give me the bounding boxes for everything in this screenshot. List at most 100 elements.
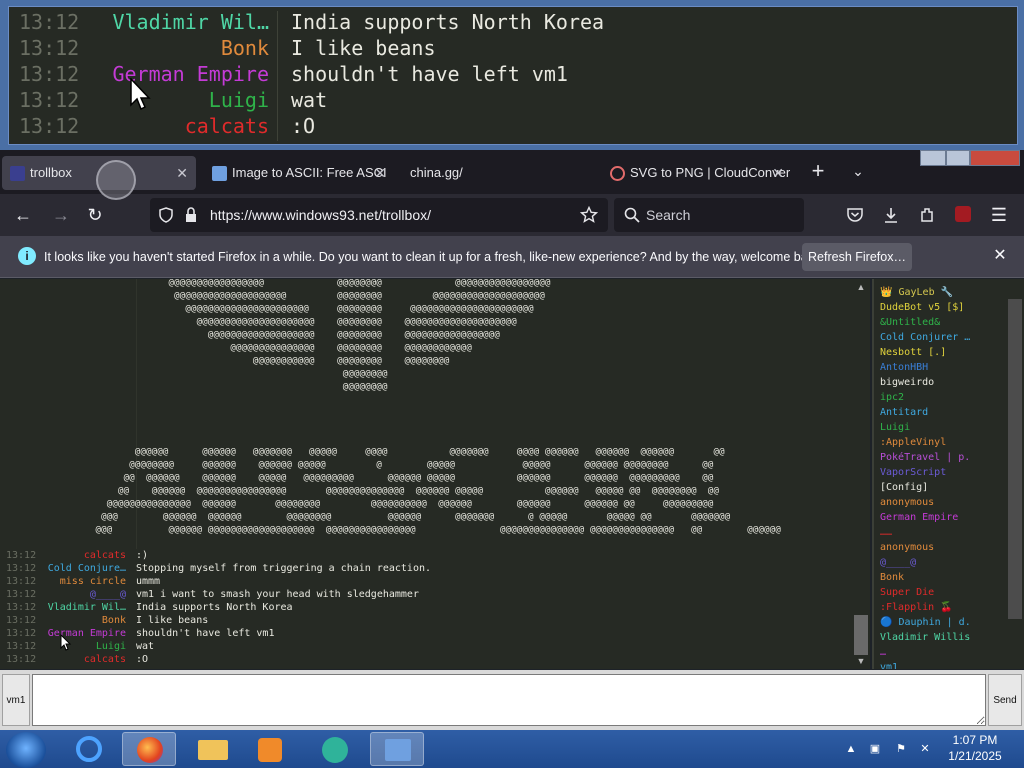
message-input-row: vm1 Send xyxy=(0,670,1024,730)
bookmark-star-icon[interactable] xyxy=(580,206,598,224)
file-explorer-taskbar-icon[interactable] xyxy=(186,732,240,766)
user-list-item[interactable]: ipc2 xyxy=(880,390,904,405)
user-list-item[interactable]: :Flapplin 🍒 xyxy=(880,600,953,615)
message-nick[interactable]: Bonk xyxy=(36,614,126,627)
message-input[interactable] xyxy=(32,674,986,726)
message-nick[interactable]: Luigi xyxy=(36,640,126,653)
ascii-art-line: @@@@@@@@@@@@@@@@@@@@ @@@@@@@@ @@@@@@@@@@… xyxy=(0,291,545,301)
control-panel-taskbar-icon[interactable] xyxy=(370,732,424,766)
user-list-item[interactable]: Luigi xyxy=(880,420,910,435)
url-bar[interactable]: https://www.windows93.net/trollbox/ xyxy=(150,198,608,232)
user-list-item[interactable]: VaporScript xyxy=(880,465,946,480)
user-list-item[interactable]: anonymous xyxy=(880,540,934,555)
refresh-firefox-button[interactable]: Refresh Firefox… xyxy=(802,243,912,271)
show-hidden-icons-icon[interactable]: ▲ xyxy=(844,742,858,756)
message-nick: German Empire xyxy=(112,62,269,86)
search-field[interactable]: Search xyxy=(614,198,804,232)
user-list-item[interactable]: :AppleVinyl xyxy=(880,435,946,450)
chat-scrollbar[interactable]: ▲ ▼ xyxy=(852,279,870,669)
network-icon[interactable]: ▣ xyxy=(868,742,882,756)
user-list-item[interactable]: Super Die xyxy=(880,585,934,600)
close-tab-icon[interactable]: ✕ xyxy=(176,156,188,190)
message-text: India supports North Korea xyxy=(291,10,605,34)
message-nick[interactable]: calcats xyxy=(36,653,126,666)
user-list-item[interactable]: AntonHBH xyxy=(880,360,928,375)
user-list-item[interactable]: Vladimir Willis xyxy=(880,630,970,645)
start-button[interactable] xyxy=(6,732,46,768)
user-list-item[interactable]: &Untitled& xyxy=(880,315,940,330)
user-list-item[interactable]: …… xyxy=(880,525,892,540)
ascii-art-line: @@@@@@@@ xyxy=(0,369,388,379)
firefox-taskbar-icon[interactable] xyxy=(122,732,176,766)
user-list-item[interactable]: vm1 xyxy=(880,660,898,669)
close-tab-icon[interactable]: ✕ xyxy=(772,156,784,190)
reload-button[interactable]: ↻ xyxy=(82,202,108,228)
user-list-item[interactable]: DudeBot v5 [$] xyxy=(880,300,964,315)
new-tab-button[interactable]: + xyxy=(806,156,830,186)
back-button[interactable]: ← xyxy=(10,202,36,228)
message-nick[interactable]: calcats xyxy=(36,549,126,562)
chat-scrollbar-thumb[interactable] xyxy=(854,615,868,655)
mouse-cursor-icon xyxy=(130,78,151,111)
message-time: 13:12 xyxy=(6,641,37,652)
message-nick[interactable]: @____@ xyxy=(36,588,126,601)
user-list-item[interactable]: … xyxy=(880,645,886,660)
app-taskbar-icon[interactable] xyxy=(308,732,362,766)
ascii-art-line: @@@@@@@@@@@@@@@@@@@ @@@@@@@@ @@@@@@@@@@@… xyxy=(0,330,501,340)
user-list-item[interactable]: anonymous xyxy=(880,495,934,510)
user-list-item[interactable]: Antitard xyxy=(880,405,928,420)
message-time: 13:12 xyxy=(19,10,80,34)
close-tab-icon[interactable]: ✕ xyxy=(374,156,386,190)
user-list-item[interactable]: Bonk xyxy=(880,570,904,585)
user-list-item[interactable]: PokéTravel | p. xyxy=(880,450,970,465)
tab-china-gg[interactable]: china.gg/ xyxy=(402,156,596,190)
chat-message: 13:12 Vladimir Wil… India supports North K… xyxy=(0,601,860,614)
user-list-item[interactable]: Nesbott [.] xyxy=(880,345,946,360)
ascii-art-line: @@@@@@@@@@@@@@@@@ @@@@@@@@ @@@@@@@@@@@@@… xyxy=(0,279,551,288)
message-nick[interactable]: Cold Conjure… xyxy=(36,562,126,575)
scroll-down-arrow-icon[interactable]: ▼ xyxy=(855,655,867,667)
ublock-icon[interactable] xyxy=(955,206,971,222)
nickname-button[interactable]: vm1 xyxy=(2,674,30,726)
tab-image-to-ascii[interactable]: Image to ASCII: Free ASCI ✕ xyxy=(204,156,394,190)
downloads-icon[interactable] xyxy=(882,206,900,224)
message-time: 13:12 xyxy=(6,563,37,574)
pocket-icon[interactable] xyxy=(846,206,864,224)
message-text: :) xyxy=(136,550,149,561)
user-list-item[interactable]: 🔵 Dauphin | d. xyxy=(880,615,971,630)
ascii-art-line: @@@@@@@@@@@@@@@@@@@@@ @@@@@@@@ @@@@@@@@@… xyxy=(0,317,517,327)
ascii-art-line: @@@@@@@@@@@@@@@ @@@@@@ @@@@@@@@ @@@@@@@@… xyxy=(0,499,714,509)
action-center-flag-icon[interactable]: ⚑ xyxy=(894,742,908,756)
message-nick[interactable]: German Empire xyxy=(36,627,126,640)
message-nick[interactable]: Vladimir Wil… xyxy=(36,601,126,614)
volume-muted-icon[interactable]: ✕ xyxy=(918,742,932,756)
tab-svg-to-png[interactable]: SVG to PNG | CloudConver ✕ xyxy=(602,156,792,190)
ascii-art-line: @@ @@@@@@ @@@@@@ @@@@@ @@@@@@@@@ @@@@@@ … xyxy=(0,473,714,483)
user-list-item[interactable]: @____@ xyxy=(880,555,916,570)
shield-icon xyxy=(159,207,173,223)
extensions-icon[interactable] xyxy=(918,206,936,224)
scroll-up-arrow-icon[interactable]: ▲ xyxy=(855,281,867,293)
internet-explorer-taskbar-icon[interactable] xyxy=(64,732,118,766)
user-list-item[interactable]: Cold Conjurer … xyxy=(880,330,970,345)
user-list-item[interactable]: German Empire xyxy=(880,510,958,525)
message-text: Stopping myself from triggering a chain … xyxy=(136,563,432,574)
send-button[interactable]: Send xyxy=(988,674,1022,726)
app-menu-button[interactable]: ☰ xyxy=(986,202,1012,228)
user-list-item[interactable]: bigweirdo xyxy=(880,375,934,390)
notification-close-button[interactable]: ✕ xyxy=(990,246,1010,266)
list-all-tabs-button[interactable]: ⌄ xyxy=(846,156,870,186)
forward-button[interactable]: → xyxy=(48,202,74,228)
user-list-item[interactable]: 👑 GayLeb 🔧 xyxy=(880,285,953,300)
message-time: 13:12 xyxy=(6,654,37,665)
user-list-item[interactable]: [Config] xyxy=(880,480,928,495)
message-text: wat xyxy=(136,641,155,652)
media-player-taskbar-icon[interactable] xyxy=(244,732,298,766)
user-list-scrollbar[interactable] xyxy=(1006,279,1024,669)
clock-date[interactable]: 1/21/2025 xyxy=(938,749,1012,763)
user-list-scrollbar-thumb[interactable] xyxy=(1008,299,1022,619)
ascii-art-line: @@@@@@@@@@@@@@@ @@@@@@@@ @@@@@@@@@@@@ xyxy=(0,343,472,353)
clock-time[interactable]: 1:07 PM xyxy=(944,733,1006,747)
message-nick[interactable]: miss circle xyxy=(36,575,126,588)
magnifier-lens-icon xyxy=(96,160,136,200)
